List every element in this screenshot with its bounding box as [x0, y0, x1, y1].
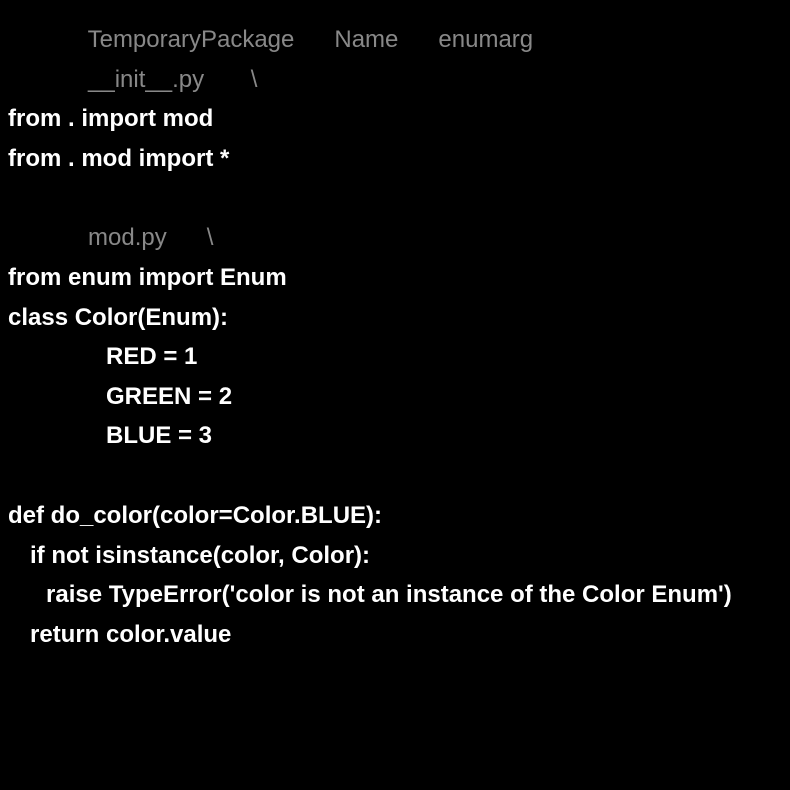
init-file-label: __init__.py — [88, 66, 204, 93]
code-line: from . mod import * — [8, 139, 782, 179]
code-line: if not isinstance(color, Color): — [8, 536, 782, 576]
code-line: raise TypeError('color is not an instanc… — [8, 575, 782, 615]
code-line: BLUE = 3 — [8, 416, 782, 456]
temporary-package-label: TemporaryPackage — [88, 26, 295, 53]
name-key-label: Name — [334, 26, 398, 53]
code-line: GREEN = 2 — [8, 377, 782, 417]
code-line: from . import mod — [8, 99, 782, 139]
name-value: enumarg — [438, 26, 533, 53]
code-line: from enum import Enum — [8, 258, 782, 298]
code-line: return color.value — [8, 615, 782, 655]
mod-file-label: mod.py — [88, 224, 167, 251]
blank-line — [8, 456, 782, 496]
code-line: class Color(Enum): — [8, 298, 782, 338]
blank-line — [8, 178, 782, 218]
code-line: RED = 1 — [8, 337, 782, 377]
mod-file-line: mod.py \ — [8, 218, 782, 258]
code-line: def do_color(color=Color.BLUE): — [8, 496, 782, 536]
header-line-1: TemporaryPackage Name enumarg — [8, 20, 782, 60]
header-line-2: __init__.py \ — [8, 60, 782, 100]
